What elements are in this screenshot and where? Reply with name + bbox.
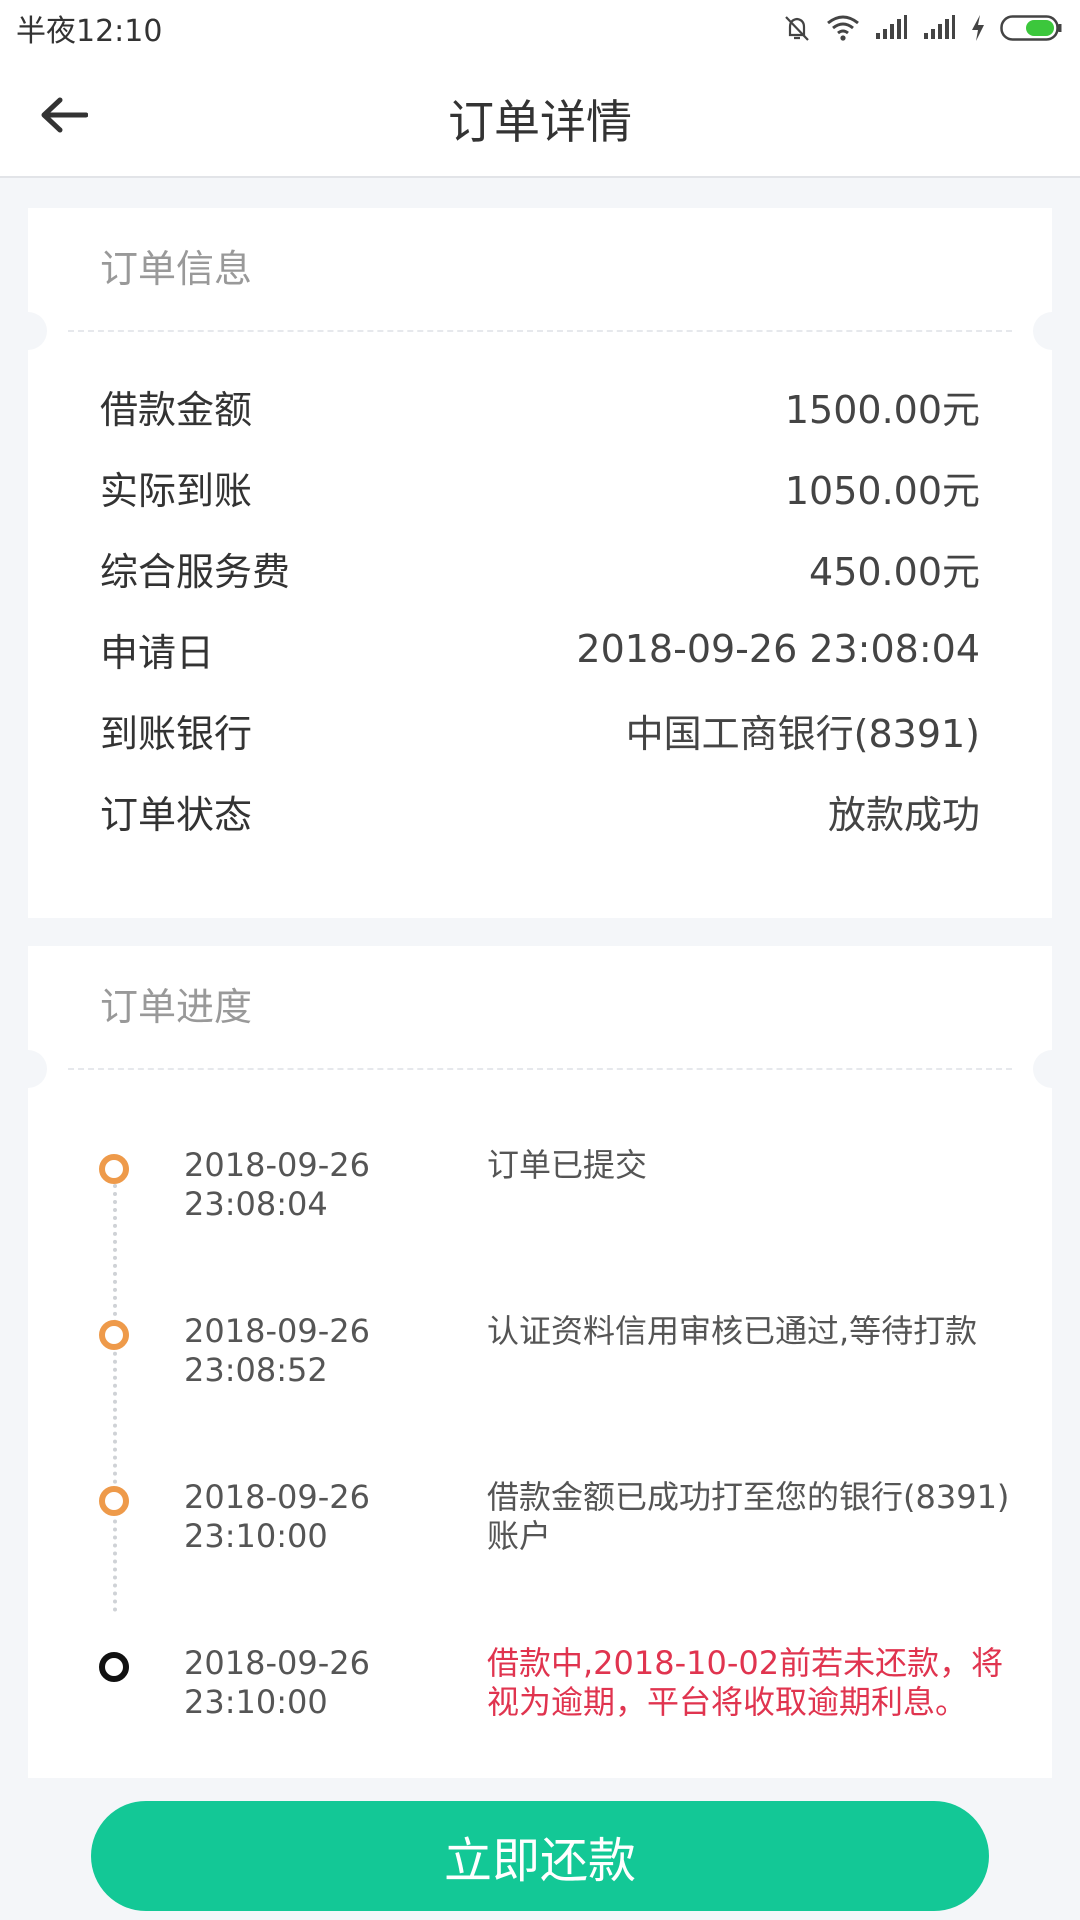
info-value: 放款成功 xyxy=(827,792,980,837)
card-notch xyxy=(1033,1050,1071,1088)
info-row-loan-amount: 借款金额 1500.00元 xyxy=(100,376,980,436)
info-label: 申请日 xyxy=(100,630,215,675)
status-icons xyxy=(782,13,1064,43)
timeline-desc-alert: 借款中,2018-10-02前若未还款，将 视为逾期，平台将收取逾期利息。 xyxy=(487,1644,1027,1722)
timeline-clock: 23:10:00 xyxy=(184,1683,328,1721)
timeline-item: 2018-09-26 23:08:04 订单已提交 xyxy=(28,1146,1052,1236)
info-row-service-fee: 综合服务费 450.00元 xyxy=(100,538,980,598)
status-time: 半夜12:10 xyxy=(16,14,163,49)
charging-icon xyxy=(970,14,986,42)
divider xyxy=(68,330,1012,332)
timeline-item: 2018-09-26 23:08:52 认证资料信用审核已通过,等待打款 xyxy=(28,1312,1052,1402)
timeline-desc-line: 视为逾期，平台将收取逾期利息。 xyxy=(487,1683,968,1721)
info-row-bank: 到账银行 中国工商银行(8391) xyxy=(100,700,980,760)
timeline-desc-line: 借款中,2018-10-02前若未还款，将 xyxy=(487,1644,1004,1682)
timeline-date: 2018-09-26 xyxy=(184,1644,370,1682)
order-info-heading: 订单信息 xyxy=(100,247,253,291)
timeline-dot xyxy=(99,1154,129,1184)
info-label: 到账银行 xyxy=(100,711,253,756)
timeline-desc: 认证资料信用审核已通过,等待打款 xyxy=(487,1312,1027,1351)
timeline-time: 2018-09-26 23:10:00 xyxy=(184,1644,404,1722)
timeline-desc-line: 订单已提交 xyxy=(487,1146,648,1184)
battery-icon xyxy=(1000,14,1064,42)
info-label: 订单状态 xyxy=(100,792,253,837)
timeline-time: 2018-09-26 23:08:04 xyxy=(184,1146,404,1224)
timeline-date: 2018-09-26 xyxy=(184,1312,370,1350)
info-value: 1050.00元 xyxy=(784,468,980,513)
timeline-date: 2018-09-26 xyxy=(184,1478,370,1516)
timeline-desc: 订单已提交 xyxy=(487,1146,1027,1185)
order-info-card: 订单信息 借款金额 1500.00元 实际到账 1050.00元 综合服务费 4… xyxy=(9,208,1071,918)
timeline-desc: 借款金额已成功打至您的银行(8391) 账户 xyxy=(487,1478,1027,1556)
divider xyxy=(68,1068,1012,1070)
info-value: 中国工商银行(8391) xyxy=(625,711,980,756)
info-label: 借款金额 xyxy=(100,387,253,432)
info-label: 实际到账 xyxy=(100,468,253,513)
info-value: 1500.00元 xyxy=(784,387,980,432)
info-row-apply-date: 申请日 2018-09-26 23:08:04 xyxy=(100,619,980,679)
timeline-dot xyxy=(99,1320,129,1350)
timeline-item-current: 2018-09-26 23:10:00 借款中,2018-10-02前若未还款，… xyxy=(28,1644,1052,1734)
timeline-clock: 23:08:52 xyxy=(184,1351,328,1389)
timeline-item: 2018-09-26 23:10:00 借款金额已成功打至您的银行(8391) … xyxy=(28,1478,1052,1568)
signal-icon xyxy=(874,15,908,41)
timeline-desc-line: 账户 xyxy=(487,1517,552,1555)
timeline-desc-line: 借款金额已成功打至您的银行(8391) xyxy=(487,1478,1010,1516)
wifi-icon xyxy=(826,14,860,42)
timeline-date: 2018-09-26 xyxy=(184,1146,370,1184)
repay-now-button[interactable]: 立即还款 xyxy=(91,1801,989,1911)
timeline-clock: 23:08:04 xyxy=(184,1185,328,1223)
order-progress-card: 订单进度 2018-09-26 23:08:04 订单已提交 2018-09-2… xyxy=(9,946,1071,1778)
info-label: 综合服务费 xyxy=(100,549,291,594)
timeline-dot-current xyxy=(99,1652,129,1682)
order-progress-heading: 订单进度 xyxy=(100,985,253,1029)
title-bar: 订单详情 xyxy=(0,56,1080,178)
info-row-order-status: 订单状态 放款成功 xyxy=(100,781,980,841)
info-row-received-amount: 实际到账 1050.00元 xyxy=(100,457,980,517)
timeline-desc-line: 认证资料信用审核已通过,等待打款 xyxy=(487,1312,978,1350)
status-bar: 半夜12:10 xyxy=(0,0,1080,56)
timeline-time: 2018-09-26 23:08:52 xyxy=(184,1312,404,1390)
timeline-time: 2018-09-26 23:10:00 xyxy=(184,1478,404,1556)
page-title: 订单详情 xyxy=(448,95,632,149)
card-notch xyxy=(9,312,47,350)
timeline-dot xyxy=(99,1486,129,1516)
mute-icon xyxy=(782,13,812,43)
info-value: 2018-09-26 23:08:04 xyxy=(576,627,980,671)
timeline-clock: 23:10:00 xyxy=(184,1517,328,1555)
card-notch xyxy=(1033,312,1071,350)
card-notch xyxy=(9,1050,47,1088)
info-value: 450.00元 xyxy=(809,549,980,594)
signal-icon xyxy=(922,15,956,41)
